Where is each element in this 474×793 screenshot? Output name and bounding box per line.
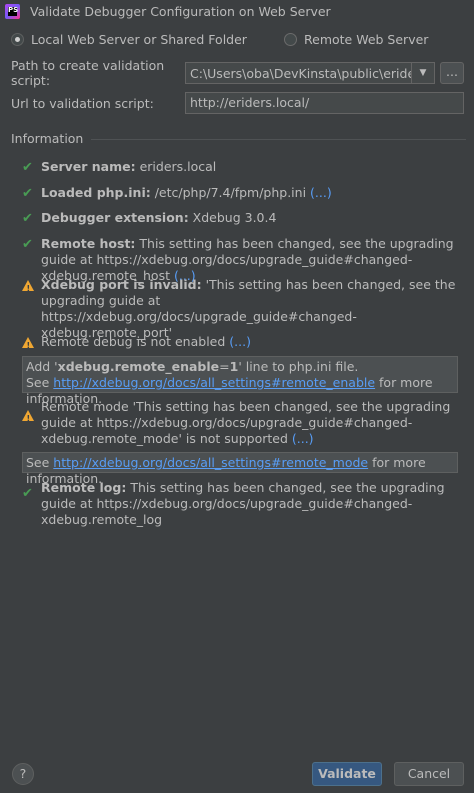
section-divider (91, 139, 466, 140)
remote-mode-note: See http://xdebug.org/docs/all_settings#… (22, 452, 458, 486)
information-heading: Information (11, 131, 84, 146)
info-item-remote-log: ✔ Remote log: This setting has been chan… (22, 480, 445, 527)
remote-mode-docs-link[interactable]: http://xdebug.org/docs/all_settings#remo… (53, 455, 368, 470)
warning-icon (22, 280, 34, 297)
warning-icon (22, 410, 34, 427)
url-input[interactable]: http://eriders.local/ (185, 92, 464, 114)
information-section-header: Information (11, 131, 466, 146)
check-icon: ✔ (22, 160, 33, 175)
info-item-server-name: ✔ Server name: eriders.local (22, 159, 217, 175)
check-icon: ✔ (22, 186, 33, 201)
title-bar: PS Validate Debugger Configuration on We… (0, 0, 474, 22)
info-item-remote-debug-disabled: Remote debug is not enabled (...) (22, 334, 462, 354)
cancel-button[interactable]: Cancel (394, 762, 464, 786)
path-field-label: Path to create validation script: (11, 58, 165, 88)
warning-icon (22, 337, 34, 354)
url-field-label: Url to validation script: (11, 95, 154, 111)
path-field-row: Path to create validation script: C:\Use… (11, 58, 464, 88)
path-value: C:\Users\oba\DevKinsta\public\eriders\ (190, 65, 411, 81)
details-link[interactable]: (...) (229, 334, 251, 349)
check-icon: ✔ (22, 486, 33, 501)
dropdown-arrow-icon[interactable]: ▼ (411, 63, 434, 83)
browse-button[interactable]: ... (440, 62, 464, 84)
info-item-remote-mode: Remote mode 'This setting has been chang… (22, 399, 462, 447)
validate-button[interactable]: Validate (312, 762, 382, 786)
remote-enable-docs-link[interactable]: http://xdebug.org/docs/all_settings#remo… (53, 375, 375, 390)
radio-remote-web-server[interactable]: Remote Web Server (284, 32, 428, 47)
radio-checked-icon (11, 33, 24, 46)
remote-enable-note: Add 'xdebug.remote_enable=1' line to php… (22, 356, 458, 406)
details-link[interactable]: (...) (310, 185, 332, 200)
server-type-radio-group: Local Web Server or Shared Folder Remote… (11, 32, 463, 50)
phpstorm-app-icon: PS (5, 3, 20, 19)
check-icon: ✔ (22, 211, 33, 226)
path-combobox[interactable]: C:\Users\oba\DevKinsta\public\eriders\ ▼ (185, 62, 435, 84)
details-link[interactable]: (...) (292, 431, 314, 446)
info-item-xdebug-port-invalid: Xdebug port is invalid: 'This setting ha… (22, 277, 462, 341)
window-title: Validate Debugger Configuration on Web S… (30, 3, 331, 19)
info-item-loaded-php-ini: ✔ Loaded php.ini: /etc/php/7.4/fpm/php.i… (22, 185, 332, 201)
radio-local-label: Local Web Server or Shared Folder (31, 32, 247, 47)
help-button[interactable]: ? (12, 763, 34, 785)
info-item-debugger-extension: ✔ Debugger extension: Xdebug 3.0.4 (22, 210, 277, 226)
radio-local-web-server[interactable]: Local Web Server or Shared Folder (11, 32, 247, 47)
url-field-row: Url to validation script: http://eriders… (11, 92, 464, 114)
radio-unchecked-icon (284, 33, 297, 46)
radio-remote-label: Remote Web Server (304, 32, 429, 47)
dialog-button-bar: ? Validate Cancel (0, 760, 474, 790)
